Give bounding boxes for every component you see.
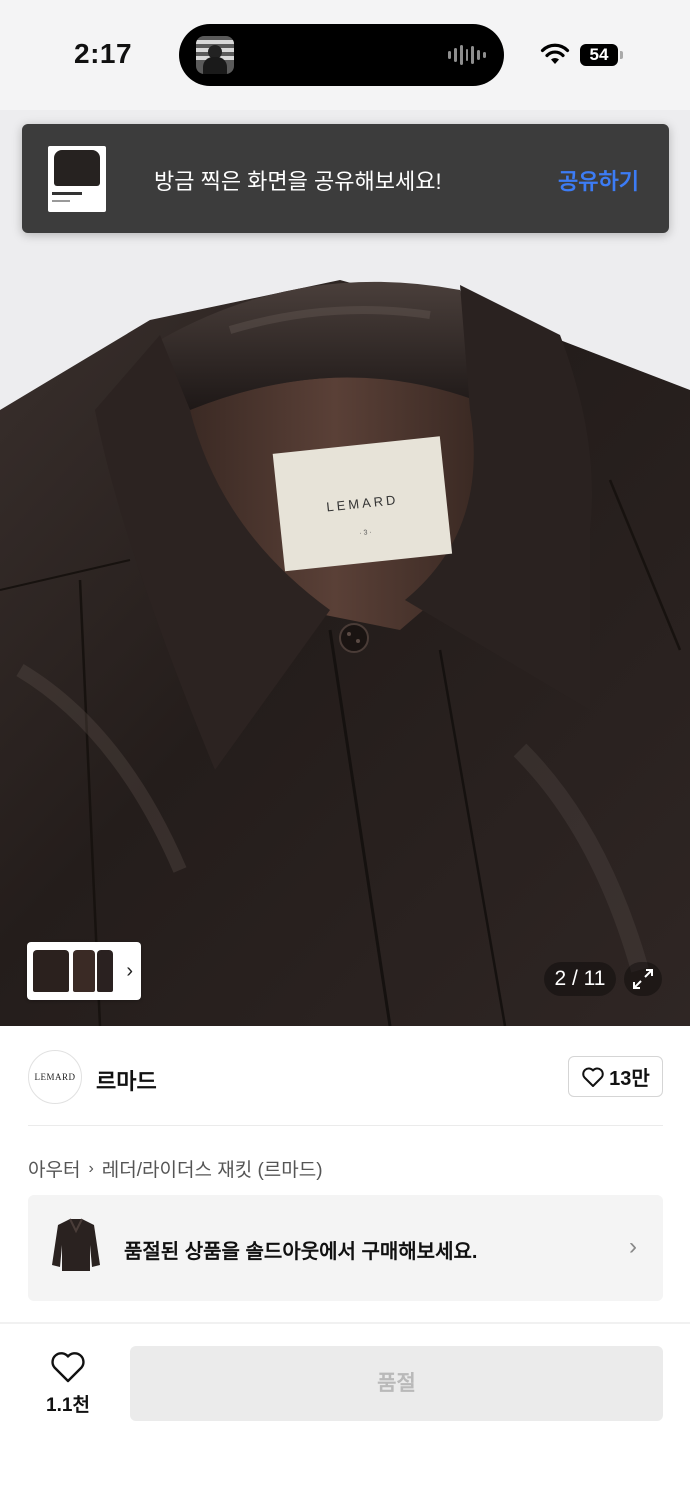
screenshot-thumbnail: [48, 146, 106, 212]
wishlist-button[interactable]: 1.1천: [28, 1348, 108, 1420]
breadcrumb: 아우터 › 레더/라이더스 재킷 (르마드): [28, 1155, 323, 1182]
breadcrumb-category[interactable]: 아우터: [28, 1155, 80, 1182]
soldout-banner-text: 품절된 상품을 솔드아웃에서 구매해보세요.: [124, 1241, 478, 1263]
expand-icon: [633, 969, 653, 989]
toast-message: 방금 찍은 화면을 공유해보세요!: [154, 169, 442, 194]
breadcrumb-subcategory[interactable]: 레더/라이더스 재킷 (르마드): [102, 1155, 323, 1182]
battery-icon: 54: [580, 44, 618, 66]
brand-like-count: 13만: [609, 1068, 650, 1090]
divider: [28, 1125, 663, 1126]
status-time: 2:17: [74, 38, 133, 69]
brand-name[interactable]: 르마드: [96, 1064, 157, 1096]
brand-like-button[interactable]: 13만: [568, 1056, 663, 1097]
share-button[interactable]: 공유하기: [558, 164, 639, 196]
chevron-right-icon: ›: [629, 1233, 637, 1260]
brand-row: LEMARD 르마드 13만: [0, 1026, 690, 1126]
chevron-right-icon: ›: [88, 1159, 94, 1177]
battery-cap: [620, 51, 623, 59]
wifi-icon: [540, 43, 570, 64]
chevron-right-icon: ›: [126, 960, 133, 982]
status-bar: 2:17 54: [0, 0, 690, 110]
audio-waveform-icon: [448, 43, 487, 67]
thumbnail-strip-button[interactable]: ›: [27, 942, 141, 1000]
heart-icon: [582, 1067, 604, 1087]
dynamic-island[interactable]: [179, 24, 504, 86]
brand-logo[interactable]: LEMARD: [28, 1050, 82, 1104]
wishlist-count: 1.1천: [46, 1395, 90, 1416]
product-image-carousel[interactable]: LEMARD · 3 · › 2 / 11: [0, 110, 690, 1026]
now-playing-artwork: [196, 36, 234, 74]
buy-button-soldout[interactable]: 품절: [130, 1346, 663, 1421]
jacket-label-sub: · 3 ·: [359, 529, 372, 537]
share-screenshot-toast[interactable]: 방금 찍은 화면을 공유해보세요! 공유하기: [22, 124, 669, 233]
expand-button[interactable]: [624, 962, 662, 996]
jacket-thumbnail: [52, 1218, 100, 1271]
image-counter: 2 / 11: [544, 962, 616, 996]
soldout-banner[interactable]: 품절된 상품을 솔드아웃에서 구매해보세요. ›: [28, 1195, 663, 1301]
divider: [0, 1322, 690, 1324]
product-photo: LEMARD · 3 ·: [0, 110, 690, 1026]
heart-icon: [51, 1352, 85, 1383]
